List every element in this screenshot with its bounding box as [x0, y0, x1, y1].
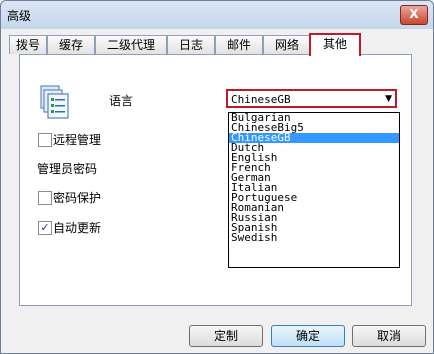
remote-management-label: 远程管理 [53, 133, 102, 147]
password-protect-checkbox[interactable] [38, 191, 52, 205]
language-select[interactable]: ChineseGB ▼ [226, 89, 397, 108]
tab-log[interactable]: 日志 [167, 35, 215, 54]
dialog-window: 高级 X 拨号 缓存 二级代理 日志 邮件 网络 其他 语言 ChineseGB… [0, 0, 434, 354]
custom-button[interactable]: 定制 [189, 325, 263, 347]
password-protect-label: 密码保护 [53, 191, 102, 205]
language-option[interactable]: Swedish [229, 232, 399, 243]
auto-update-label: 自动更新 [53, 221, 102, 235]
tab-dialup[interactable]: 拨号 [9, 35, 47, 54]
tab-other[interactable]: 其他 [309, 33, 361, 56]
admin-password-label: 管理员密码 [37, 162, 98, 176]
title-bar: 高级 X [1, 1, 433, 29]
language-dropdown-list[interactable]: Bulgarian ChineseBig5 ChineseGB Dutch Englis… [228, 112, 400, 268]
window-title: 高级 [7, 9, 32, 23]
language-select-value: ChineseGB [231, 93, 291, 106]
chevron-down-icon[interactable]: ▼ [385, 94, 392, 104]
auto-update-checkbox[interactable]: ✓ [38, 221, 52, 235]
tab-secondary-proxy[interactable]: 二级代理 [95, 35, 167, 54]
language-label: 语言 [109, 94, 134, 108]
tab-network[interactable]: 网络 [263, 35, 311, 54]
close-button[interactable]: X [400, 5, 428, 25]
tab-mail[interactable]: 邮件 [215, 35, 263, 54]
checkmark-icon: ✓ [40, 221, 50, 234]
remote-management-checkbox[interactable] [38, 133, 52, 147]
language-settings-icon [40, 85, 69, 119]
ok-button[interactable]: 确定 [271, 325, 345, 347]
cancel-button[interactable]: 取消 [352, 325, 426, 347]
tab-cache[interactable]: 缓存 [47, 35, 95, 54]
